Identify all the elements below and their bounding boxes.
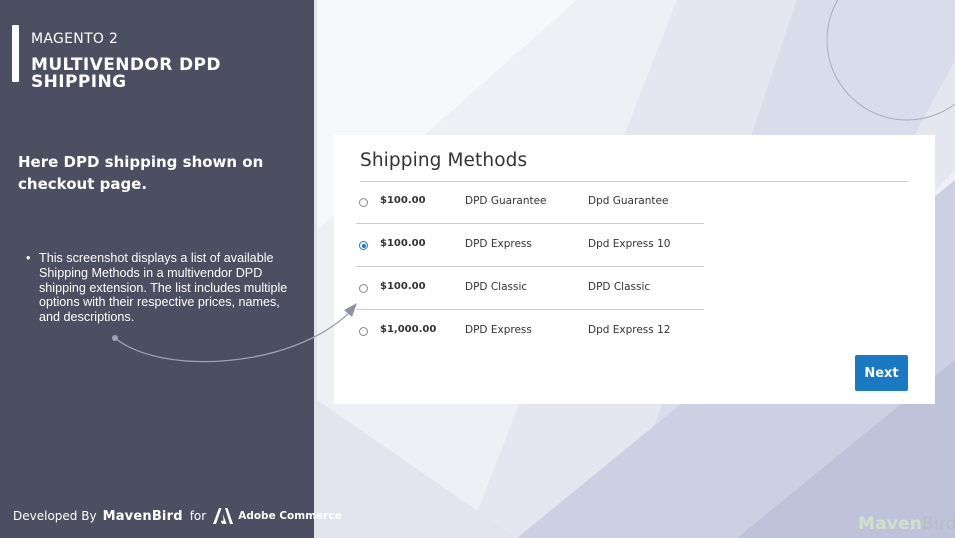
developed-by-label: Developed By — [13, 509, 97, 523]
method-name: Dpd Express 12 — [588, 324, 671, 336]
watermark-part-2: Bird — [922, 514, 955, 534]
shipping-method-row[interactable]: $1,000.00 DPD Express Dpd Express 12 — [356, 310, 704, 353]
adobe-logo-icon — [213, 508, 234, 524]
sidebar-panel: MAGENTO 2 MULTIVENDOR DPD SHIPPING Here … — [0, 0, 342, 538]
method-name: Dpd Guarantee — [588, 195, 669, 207]
carrier-name: DPD Classic — [465, 281, 528, 293]
next-button[interactable]: Next — [855, 355, 908, 391]
footer-credits: Developed By MavenBird for Adobe Commerc… — [13, 508, 342, 524]
method-name: Dpd Express 10 — [588, 238, 671, 250]
description-bullet: This screenshot displays a list of avail… — [25, 251, 295, 325]
radio-unselected-icon[interactable] — [359, 327, 368, 336]
carrier-name: DPD Guarantee — [465, 195, 547, 207]
panel-title: MULTIVENDOR DPD SHIPPING — [31, 55, 221, 92]
radio-unselected-icon[interactable] — [359, 284, 368, 293]
method-price: $100.00 — [380, 281, 426, 292]
panel-divider — [314, 0, 317, 538]
mavenbird-watermark: MavenBird — [858, 514, 955, 534]
method-price: $100.00 — [380, 238, 426, 249]
shipping-methods-title: Shipping Methods — [360, 150, 528, 171]
for-label: for — [189, 509, 207, 523]
carrier-name: DPD Express — [465, 238, 532, 250]
eyebrow-label: MAGENTO 2 — [31, 31, 119, 47]
title-accent-bar — [12, 25, 19, 82]
method-price: $100.00 — [380, 195, 426, 206]
shipping-method-row[interactable]: $100.00 DPD Express Dpd Express 10 — [356, 224, 704, 267]
shipping-method-row[interactable]: $100.00 DPD Classic DPD Classic — [356, 267, 704, 310]
method-price: $1,000.00 — [380, 324, 437, 335]
panel-headline: Here DPD shipping shown on checkout page… — [18, 153, 264, 193]
mavenbird-logo: MavenBird — [102, 508, 183, 524]
description-list: This screenshot displays a list of avail… — [25, 251, 295, 325]
shipping-methods-card: Shipping Methods $100.00 DPD Guarantee D… — [334, 135, 935, 404]
shipping-method-row[interactable]: $100.00 DPD Guarantee Dpd Guarantee — [356, 181, 704, 224]
method-name: DPD Classic — [588, 281, 651, 293]
adobe-commerce-label: Adobe Commerce — [238, 510, 342, 522]
radio-selected-icon[interactable] — [359, 241, 368, 250]
radio-unselected-icon[interactable] — [359, 198, 368, 207]
carrier-name: DPD Express — [465, 324, 532, 336]
watermark-part-1: Maven — [858, 514, 923, 534]
